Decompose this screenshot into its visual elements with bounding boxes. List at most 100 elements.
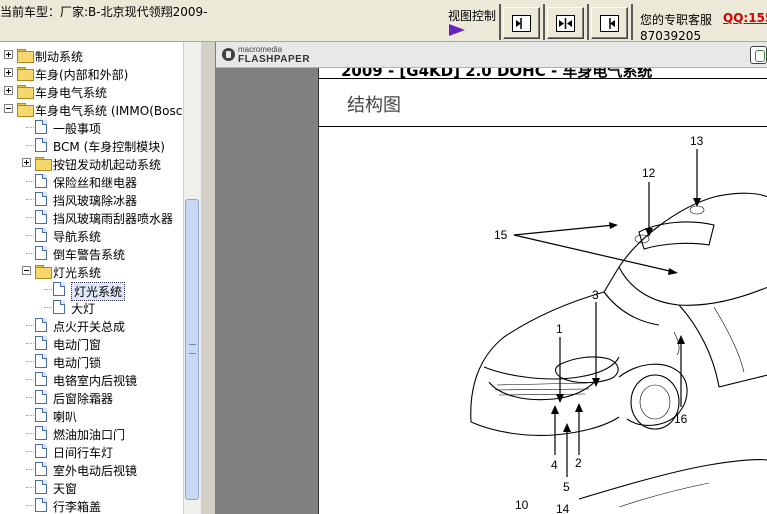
tree-item-label: 倒车警告系统 [53, 248, 126, 262]
tree-item[interactable]: 灯光系统 [0, 262, 183, 280]
arrows-center-icon [559, 18, 572, 29]
tree-item[interactable]: 室外电动后视镜 [0, 460, 183, 478]
tree-item[interactable]: 电铬室内后视镜 [0, 370, 183, 388]
folder-icon [35, 157, 52, 171]
tree-item[interactable]: 点火开关总成 [0, 316, 183, 334]
windshield-outline [618, 266, 767, 306]
tree-item-label: 挡风玻璃除冰器 [53, 194, 138, 208]
expand-icon[interactable] [4, 68, 13, 77]
tree-item-label: 车身电气系统 [35, 86, 108, 100]
arrow-right-bar-icon [516, 18, 522, 29]
document-icon [35, 174, 47, 188]
tree-item[interactable]: 后窗除霜器 [0, 388, 183, 406]
tree-scrollbar[interactable] [183, 42, 200, 514]
tree-item-label: BCM (车身控制模块) [53, 140, 165, 154]
callout-10: 10 [515, 498, 529, 512]
tree-item[interactable]: 倒车警告系统 [0, 244, 183, 262]
callout-13: 13 [690, 134, 704, 148]
document-icon [35, 480, 47, 494]
arrowhead-2 [575, 403, 583, 412]
document-icon [53, 300, 65, 314]
tree-item[interactable]: BCM (车身控制模块) [0, 136, 183, 154]
document-icon [35, 354, 47, 368]
tree-item-label: 电铬室内后视镜 [53, 374, 138, 388]
play-arrow-icon[interactable] [449, 24, 465, 36]
sunroof-outline [638, 221, 715, 250]
folder-open-icon [35, 265, 52, 279]
folder-open-icon [17, 103, 34, 117]
document-icon [35, 462, 47, 476]
tree-item[interactable]: 一般事项 [0, 118, 183, 136]
tree-item[interactable]: 日间行车灯 [0, 442, 183, 460]
tree-item-label: 室外电动后视镜 [53, 464, 138, 478]
leader-15a [513, 224, 615, 236]
front-wheel [630, 374, 680, 430]
tree-scrollbar-thumb[interactable] [185, 199, 199, 500]
tree-item[interactable]: 喇叭 [0, 406, 183, 424]
tree-item[interactable]: 挡风玻璃除冰器 [0, 190, 183, 208]
tree-item[interactable]: 挡风玻璃雨刮器喷水器 [0, 208, 183, 226]
grille-top [483, 356, 620, 380]
document-icon [35, 390, 47, 404]
front-bumper-outline [470, 416, 620, 436]
document-icon [35, 228, 47, 242]
toolbar-separator [587, 4, 589, 40]
collapse-icon[interactable] [4, 104, 13, 113]
tree-item-label: 挡风玻璃雨刮器喷水器 [53, 212, 174, 226]
expand-icon[interactable] [4, 86, 13, 95]
tree-item-label: 车身电气系统 (IMMO(Bosch) [35, 104, 195, 118]
document-icon [35, 210, 47, 224]
flashpaper-product: FLASHPAPER [238, 54, 311, 65]
collapse-icon[interactable] [22, 266, 31, 275]
callout-14: 14 [556, 502, 570, 514]
tree-item[interactable]: 按钮发动机起动系统 [0, 154, 183, 172]
tree-item[interactable]: 大灯 [0, 298, 183, 316]
tree-item[interactable]: 车身电气系统 (IMMO(Bosch) [0, 100, 195, 118]
tree-item[interactable]: 天窗 [0, 478, 183, 496]
tree-item-label: 燃油加油口门 [53, 428, 126, 442]
callout-15: 15 [494, 228, 508, 242]
document-icon [35, 246, 47, 260]
tree-item-label: 行李箱盖 [53, 500, 102, 514]
tree-item[interactable]: 行李箱盖 [0, 496, 183, 514]
tree-item-label: 灯光系统 [53, 266, 102, 280]
arrowhead-15b [668, 268, 678, 275]
expand-icon[interactable] [4, 50, 13, 59]
view-split-button[interactable] [547, 7, 584, 39]
tree-item-label: 日间行车灯 [53, 446, 114, 460]
pane-splitter[interactable] [200, 42, 216, 514]
section-title: 结构图 [347, 95, 401, 116]
callout-5: 5 [563, 480, 570, 494]
hand-tool-icon[interactable] [750, 46, 767, 64]
tree-item[interactable]: 保险丝和继电器 [0, 172, 183, 190]
tree-item[interactable]: 车身电气系统 [0, 82, 183, 100]
car-lighting-diagram: 13 12 15 3 1 16 4 2 5 10 14 [470, 134, 767, 514]
document-page: 2009 - [G4KD] 2.0 DOHC - 车身电气系统 结构图 13 1… [318, 68, 767, 514]
expand-icon[interactable] [22, 158, 31, 167]
tree-item-label: 电动门锁 [53, 356, 102, 370]
side-window-line [713, 306, 745, 373]
view-control-label: 视图控制 [448, 9, 497, 23]
callout-4: 4 [551, 458, 558, 472]
document-icon [35, 498, 47, 512]
tree-item[interactable]: 电动门窗 [0, 334, 183, 352]
folder-icon [17, 49, 34, 63]
view-collapse-right-button[interactable] [591, 7, 628, 39]
document-icon [35, 192, 47, 206]
tree-item[interactable]: 电动门锁 [0, 352, 183, 370]
document-icon [35, 408, 47, 422]
document-viewer: macromedia FLASHPAPER 2009 - [G4KD] 2.0 … [216, 42, 767, 514]
view-collapse-left-button[interactable] [503, 7, 540, 39]
qq-contact-link[interactable]: QQ:155 [723, 11, 767, 25]
grille-bars [494, 382, 590, 396]
top-toolbar: 当前车型：厂家:B-北京现代领翔2009- 视图控制 您的专职客服 QQ:15 … [0, 0, 767, 43]
tree-item[interactable]: 导航系统 [0, 226, 183, 244]
tree-item[interactable]: 燃油加油口门 [0, 424, 183, 442]
tree-item-label: 大灯 [71, 302, 96, 316]
callout-2: 2 [575, 456, 582, 470]
tree-item[interactable]: 灯光系统 [0, 280, 183, 301]
tree-item[interactable]: 制动系统 [0, 46, 183, 64]
tree-item[interactable]: 车身(内部和外部) [0, 64, 183, 82]
callout-3: 3 [592, 288, 599, 302]
document-icon [53, 282, 65, 296]
